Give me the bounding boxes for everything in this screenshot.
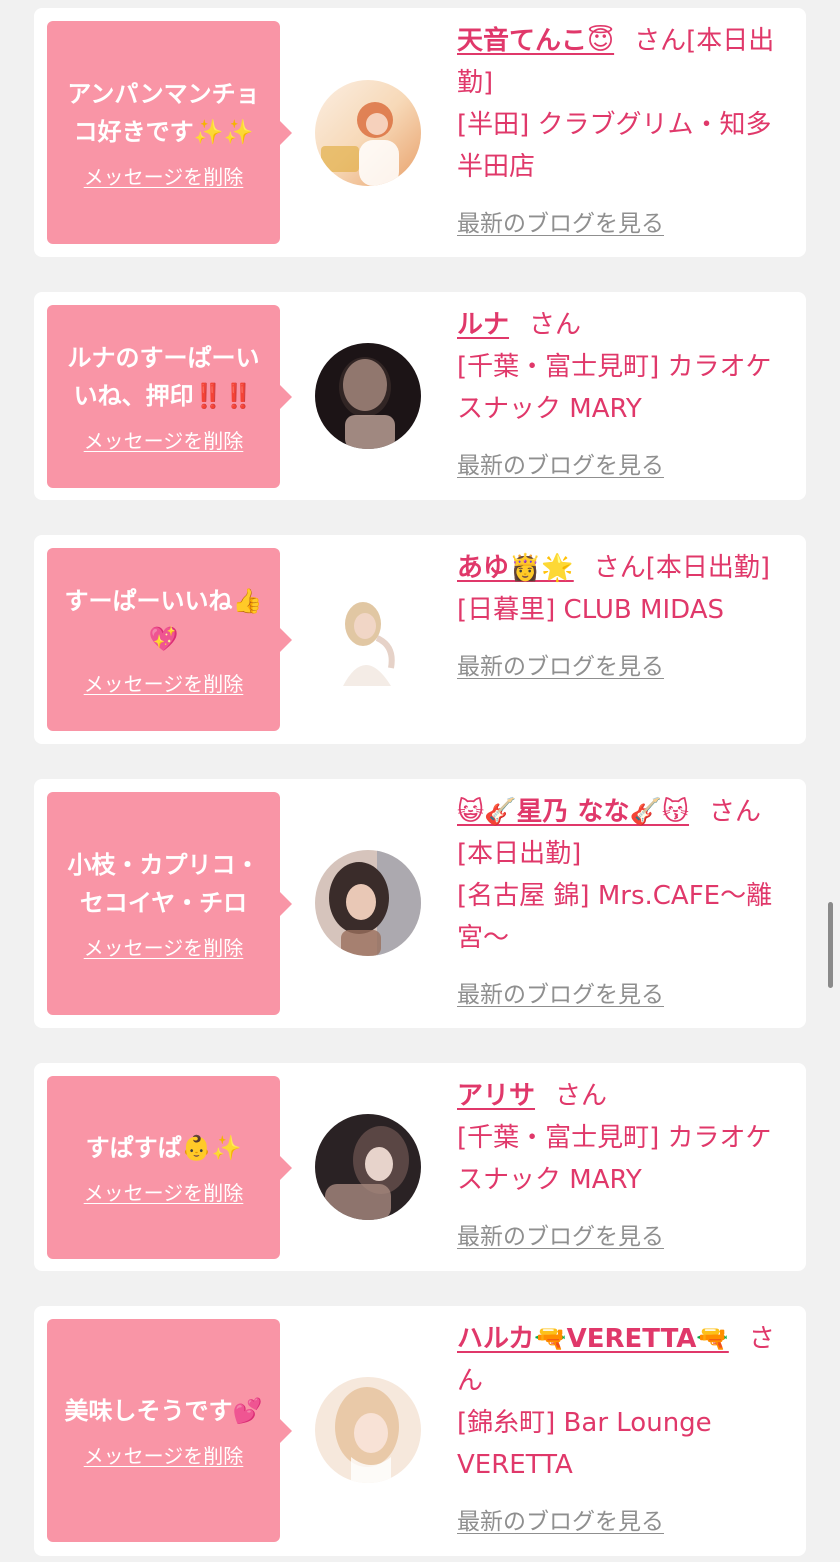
- message-card: ルナのすーぱーいいね、押印‼️‼️ メッセージを削除 ルナ さん [千葉・富士見町…: [34, 292, 806, 500]
- cast-info: ルナ さん [千葉・富士見町] カラオケスナック MARY 最新のブログを見る: [457, 304, 787, 480]
- delete-message-link[interactable]: メッセージを削除: [84, 425, 244, 454]
- avatar[interactable]: [315, 850, 421, 956]
- message-card: すぱすぱ👶✨ メッセージを削除 アリサ さん [千葉・富士見町] カラオケスナック…: [34, 1063, 806, 1271]
- view-latest-blog-link[interactable]: 最新のブログを見る: [457, 975, 664, 1009]
- cast-name-link[interactable]: あゆ👸🌟: [457, 553, 574, 583]
- avatar[interactable]: [315, 1377, 421, 1483]
- cast-name-link[interactable]: 😺🎸星乃 なな🎸😽: [457, 797, 689, 827]
- view-latest-blog-link[interactable]: 最新のブログを見る: [457, 647, 664, 681]
- shop-name: [名古屋 錦] Mrs.CAFE〜離宮〜: [457, 881, 773, 953]
- shop-name: [半田] クラブグリム・知多半田店: [457, 110, 772, 182]
- message-bubble: すーぱーいいね👍💖 メッセージを削除: [47, 548, 292, 731]
- cast-name-link[interactable]: 天音てんこ😇: [457, 26, 614, 56]
- message-text: アンパンマンチョコ好きです✨✨: [67, 80, 260, 146]
- message-bubble: ルナのすーぱーいいね、押印‼️‼️ メッセージを削除: [47, 305, 292, 488]
- avatar-image: [315, 1114, 421, 1220]
- delete-message-link[interactable]: メッセージを削除: [84, 1177, 244, 1206]
- delete-message-link[interactable]: メッセージを削除: [84, 161, 244, 190]
- avatar[interactable]: [315, 80, 421, 186]
- avatar-image: [315, 586, 421, 692]
- message-text: 小枝・カプリコ・セコイヤ・チロ: [67, 851, 260, 917]
- cast-name-line: 😺🎸星乃 なな🎸😽 さん[本日出勤]: [457, 791, 787, 875]
- cast-name-link[interactable]: ルナ: [457, 310, 509, 340]
- message-card: 美味しそうです💕 メッセージを削除 ハルカ🔫VERETTA🔫 さん [錦糸町] B…: [34, 1306, 806, 1556]
- shop-name: [錦糸町] Bar Lounge VERETTA: [457, 1408, 712, 1480]
- message-text: ルナのすーぱーいいね、押印‼️‼️: [67, 344, 260, 410]
- message-bubble: 小枝・カプリコ・セコイヤ・チロ メッセージを削除: [47, 792, 292, 1015]
- delete-message-link[interactable]: メッセージを削除: [84, 668, 244, 697]
- delete-message-link[interactable]: メッセージを削除: [84, 1440, 244, 1469]
- delete-message-link[interactable]: メッセージを削除: [84, 932, 244, 961]
- cast-suffix: さん: [555, 1081, 608, 1111]
- message-bubble: 美味しそうです💕 メッセージを削除: [47, 1319, 292, 1542]
- shop-name: [千葉・富士見町] カラオケスナック MARY: [457, 352, 772, 424]
- cast-name-line: 天音てんこ😇 さん[本日出勤]: [457, 20, 787, 104]
- cast-name-line: あゆ👸🌟 さん[本日出勤]: [457, 547, 787, 589]
- cast-info: あゆ👸🌟 さん[本日出勤] [日暮里] CLUB MIDAS 最新のブログを見る: [457, 547, 787, 681]
- view-latest-blog-link[interactable]: 最新のブログを見る: [457, 1217, 664, 1251]
- scrollbar[interactable]: [828, 902, 833, 988]
- cast-info: ハルカ🔫VERETTA🔫 さん [錦糸町] Bar Lounge VERETTA …: [457, 1318, 787, 1536]
- message-card: すーぱーいいね👍💖 メッセージを削除 あゆ👸🌟 さん[本日出勤] [日暮里] CL…: [34, 535, 806, 744]
- cast-info: 😺🎸星乃 なな🎸😽 さん[本日出勤] [名古屋 錦] Mrs.CAFE〜離宮〜 最…: [457, 791, 787, 1009]
- view-latest-blog-link[interactable]: 最新のブログを見る: [457, 446, 664, 480]
- cast-name-link[interactable]: ハルカ🔫VERETTA🔫: [457, 1324, 729, 1354]
- cast-info: 天音てんこ😇 さん[本日出勤] [半田] クラブグリム・知多半田店 最新のブログを…: [457, 20, 787, 238]
- avatar-image: [315, 1377, 421, 1483]
- shop-name: [日暮里] CLUB MIDAS: [457, 595, 724, 625]
- cast-name-link[interactable]: アリサ: [457, 1081, 535, 1111]
- shop-name: [千葉・富士見町] カラオケスナック MARY: [457, 1123, 772, 1195]
- message-card: アンパンマンチョコ好きです✨✨ メッセージを削除 天音てんこ😇 さん[本日出勤] …: [34, 8, 806, 257]
- message-text: 美味しそうです💕: [64, 1397, 263, 1425]
- cast-name-line: ハルカ🔫VERETTA🔫 さん: [457, 1318, 787, 1402]
- message-text: すーぱーいいね👍💖: [64, 587, 263, 653]
- cast-info: アリサ さん [千葉・富士見町] カラオケスナック MARY 最新のブログを見る: [457, 1075, 787, 1251]
- avatar[interactable]: [315, 586, 421, 692]
- message-bubble: アンパンマンチョコ好きです✨✨ メッセージを削除: [47, 21, 292, 244]
- avatar-image: [315, 850, 421, 956]
- cast-name-line: ルナ さん: [457, 304, 787, 346]
- message-bubble: すぱすぱ👶✨ メッセージを削除: [47, 1076, 292, 1259]
- avatar[interactable]: [315, 1114, 421, 1220]
- view-latest-blog-link[interactable]: 最新のブログを見る: [457, 204, 664, 238]
- avatar[interactable]: [315, 343, 421, 449]
- avatar-image: [315, 80, 421, 186]
- message-text: すぱすぱ👶✨: [85, 1134, 242, 1162]
- view-latest-blog-link[interactable]: 最新のブログを見る: [457, 1502, 664, 1536]
- message-card: 小枝・カプリコ・セコイヤ・チロ メッセージを削除 😺🎸星乃 なな🎸😽 さん[本日出…: [34, 779, 806, 1028]
- cast-name-line: アリサ さん: [457, 1075, 787, 1117]
- avatar-image: [315, 343, 421, 449]
- cast-suffix: さん: [529, 310, 582, 340]
- cast-suffix: さん[本日出勤]: [593, 553, 771, 583]
